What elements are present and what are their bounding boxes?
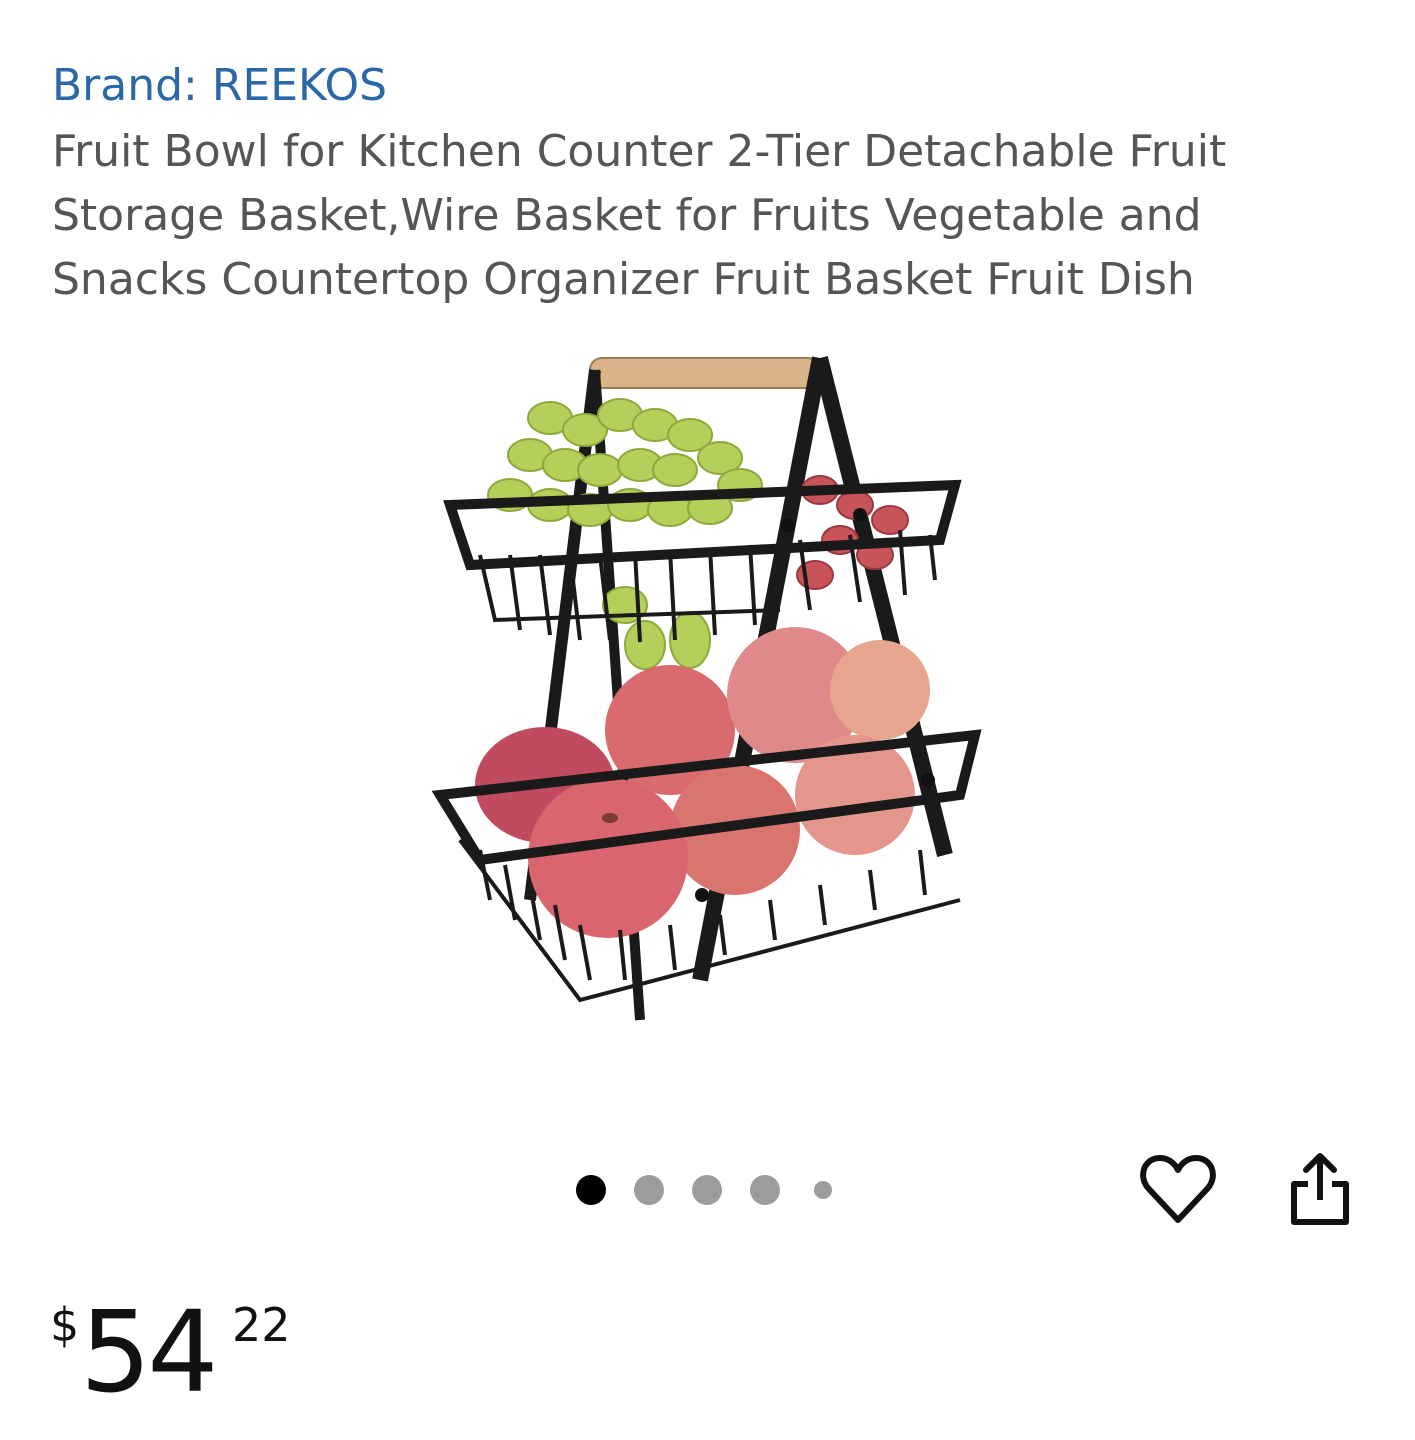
page-dot-3[interactable] [692, 1175, 722, 1205]
favorite-button[interactable] [1138, 1150, 1218, 1230]
price-whole: 54 [80, 1288, 219, 1418]
product-image[interactable] [400, 340, 1020, 1060]
fruit-basket-illustration [431, 356, 982, 1021]
share-button[interactable] [1280, 1148, 1360, 1228]
price-currency: $ [50, 1298, 80, 1352]
brand-link[interactable]: Brand: REEKOS [52, 58, 387, 114]
product-title: Fruit Bowl for Kitchen Counter 2-Tier De… [52, 126, 1227, 305]
page-dot-5[interactable] [814, 1181, 832, 1199]
page-dot-1[interactable] [576, 1175, 606, 1205]
page-dot-2[interactable] [634, 1175, 664, 1205]
heart-icon [1140, 1155, 1216, 1223]
price-fraction: 22 [232, 1298, 291, 1352]
page-dot-4[interactable] [750, 1175, 780, 1205]
image-pagination-dots[interactable] [576, 1172, 832, 1208]
share-icon [1291, 1153, 1349, 1225]
